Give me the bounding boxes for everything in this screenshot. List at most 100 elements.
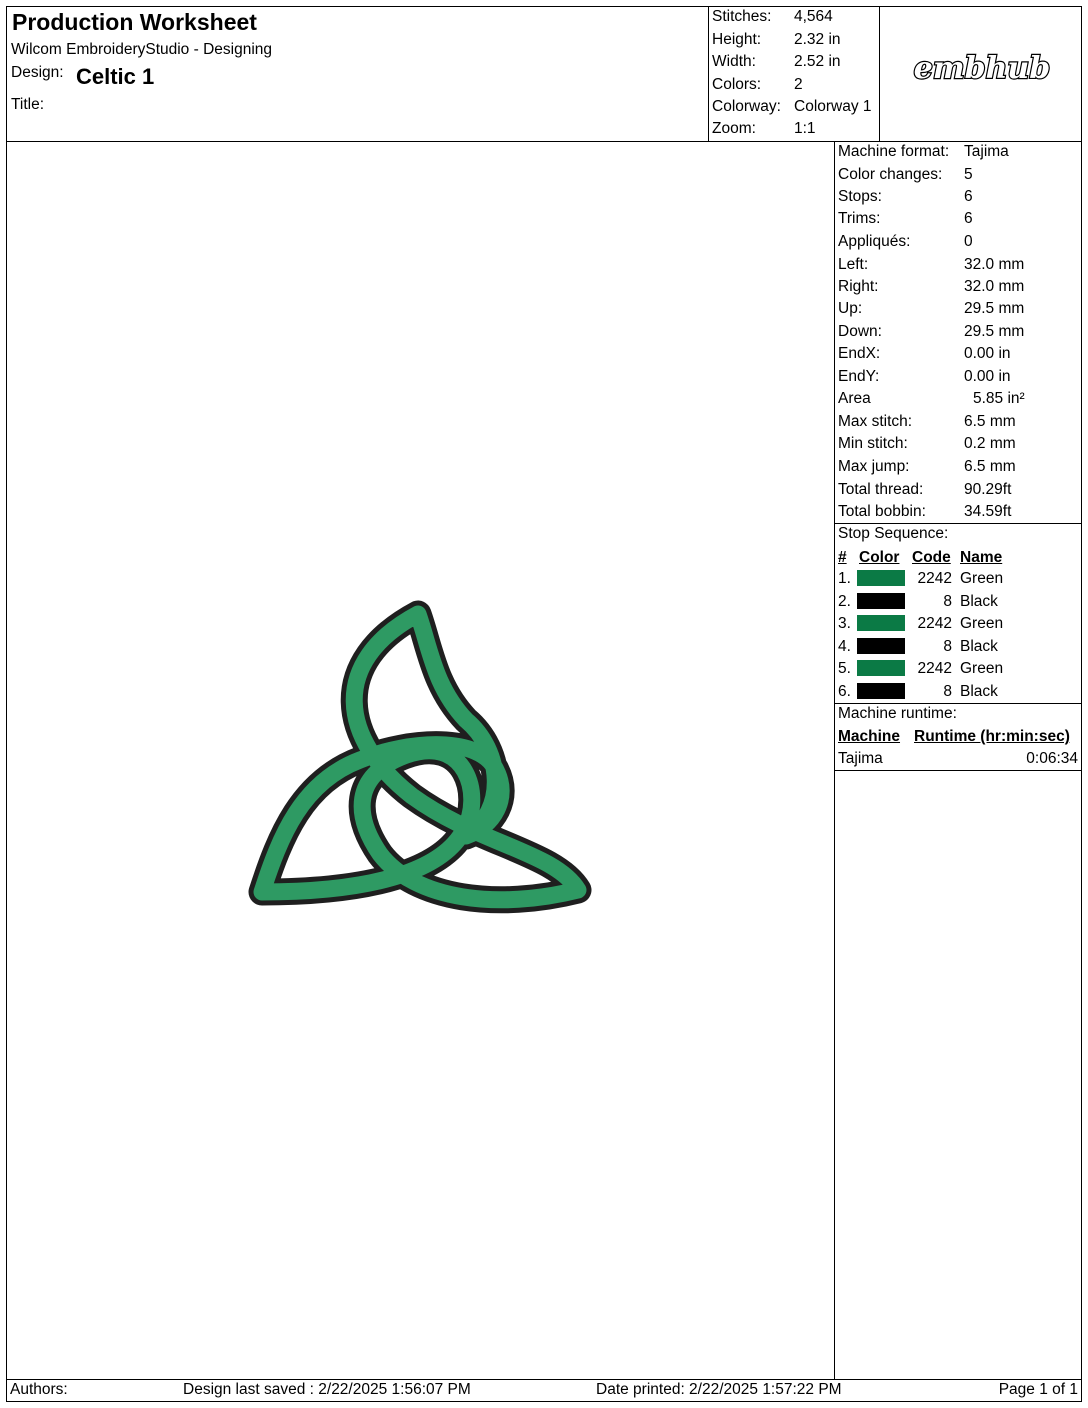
runtime-value: 0:06:34	[1026, 750, 1078, 767]
zoom-value: 1:1	[794, 120, 816, 137]
info-label: EndX:	[838, 345, 881, 362]
runtime-heading: Machine runtime:	[838, 705, 957, 722]
color-swatch	[857, 570, 905, 586]
row-number: 6.	[838, 683, 851, 700]
colorway-label: Colorway:	[712, 98, 781, 115]
column-header-machine: Machine	[838, 728, 901, 745]
stop-sequence-heading: Stop Sequence:	[838, 525, 949, 542]
stop-sequence-divider	[834, 523, 1082, 524]
colors-label: Colors:	[712, 76, 762, 93]
runtime-table-divider	[834, 770, 1082, 771]
height-label: Height:	[712, 31, 762, 48]
header-divider	[6, 141, 1082, 142]
column-header-number: #	[838, 549, 847, 566]
info-label: Trims:	[838, 210, 881, 227]
info-label: Left:	[838, 256, 869, 273]
info-value: 6	[964, 188, 973, 205]
footer-last-saved: Design last saved : 2/22/2025 1:56:07 PM	[183, 1381, 471, 1398]
design-name: Celtic 1	[76, 64, 155, 89]
info-panel-divider	[834, 141, 835, 1379]
info-label: Max stitch:	[838, 413, 913, 430]
design-preview	[240, 600, 600, 920]
summary-right-divider	[879, 6, 880, 141]
info-value: 0.2 mm	[964, 435, 1016, 452]
footer-page-number: Page 1 of 1	[998, 1381, 1078, 1398]
info-value: 5.85 in²	[973, 390, 1025, 407]
height-value: 2.32 in	[794, 31, 841, 48]
stitches-label: Stitches:	[712, 8, 772, 25]
info-value: 0.00 in	[964, 345, 1011, 362]
column-header-color: Color	[859, 549, 900, 566]
thread-code: 8	[943, 593, 952, 610]
info-label: Color changes:	[838, 166, 943, 183]
info-label: Total bobbin:	[838, 503, 926, 520]
info-label: Max jump:	[838, 458, 910, 475]
thread-name: Black	[960, 683, 998, 700]
info-label: Stops:	[838, 188, 882, 205]
thread-name: Green	[960, 660, 1004, 677]
info-value: Tajima	[964, 143, 1009, 160]
info-value: 0.00 in	[964, 368, 1011, 385]
colors-value: 2	[794, 76, 803, 93]
software-name: Wilcom EmbroideryStudio - Designing	[11, 41, 273, 58]
column-header-name: Name	[960, 549, 1003, 566]
colorway-value: Colorway 1	[794, 98, 872, 115]
thread-name: Green	[960, 570, 1004, 587]
info-value: 29.5 mm	[964, 323, 1025, 340]
design-label: Design:	[11, 64, 64, 81]
thread-code: 2242	[917, 570, 952, 587]
info-label: Appliqués:	[838, 233, 911, 250]
color-swatch	[857, 638, 905, 654]
row-number: 3.	[838, 615, 851, 632]
triquetra-knot	[248, 600, 592, 914]
stitches-value: 4,564	[794, 8, 833, 25]
thread-code: 8	[943, 683, 952, 700]
info-value: 0	[964, 233, 973, 250]
thread-code: 2242	[917, 660, 952, 677]
title-label: Title:	[11, 96, 45, 113]
info-label: Area	[838, 390, 871, 407]
zoom-label: Zoom:	[712, 120, 756, 137]
summary-left-divider	[708, 6, 709, 141]
color-swatch	[857, 683, 905, 699]
page-title: Production Worksheet	[12, 9, 257, 35]
info-label: EndY:	[838, 368, 880, 385]
celtic-knot-graphic	[248, 600, 592, 914]
info-value: 6	[964, 210, 973, 227]
info-value: 29.5 mm	[964, 300, 1025, 317]
row-number: 5.	[838, 660, 851, 677]
info-value: 6.5 mm	[964, 413, 1016, 430]
color-swatch	[857, 615, 905, 631]
info-label: Down:	[838, 323, 882, 340]
info-label: Total thread:	[838, 481, 924, 498]
embhub-logo: embhub	[912, 34, 1052, 109]
info-value: 90.29ft	[964, 481, 1012, 498]
runtime-machine: Tajima	[838, 750, 883, 767]
runtime-divider	[834, 703, 1082, 704]
thread-name: Black	[960, 593, 998, 610]
width-value: 2.52 in	[794, 53, 841, 70]
info-value: 6.5 mm	[964, 458, 1016, 475]
logo-wordmark: embhub	[914, 51, 1050, 86]
color-swatch	[857, 593, 905, 609]
info-value: 32.0 mm	[964, 278, 1025, 295]
info-value: 5	[964, 166, 973, 183]
thread-name: Black	[960, 638, 998, 655]
footer-divider	[6, 1379, 1082, 1380]
info-value: 34.59ft	[964, 503, 1012, 520]
footer-authors: Authors:	[10, 1381, 68, 1398]
width-label: Width:	[712, 53, 756, 70]
info-label: Up:	[838, 300, 863, 317]
column-header-code: Code	[912, 549, 951, 566]
info-label: Right:	[838, 278, 879, 295]
footer-date-printed: Date printed: 2/22/2025 1:57:22 PM	[596, 1381, 842, 1398]
column-header-runtime: Runtime (hr:min:sec)	[914, 728, 1070, 745]
row-number: 2.	[838, 593, 851, 610]
color-swatch	[857, 660, 905, 676]
info-value: 32.0 mm	[964, 256, 1025, 273]
info-label: Machine format:	[838, 143, 950, 160]
thread-code: 2242	[917, 615, 952, 632]
row-number: 4.	[838, 638, 851, 655]
thread-name: Green	[960, 615, 1004, 632]
thread-code: 8	[943, 638, 952, 655]
